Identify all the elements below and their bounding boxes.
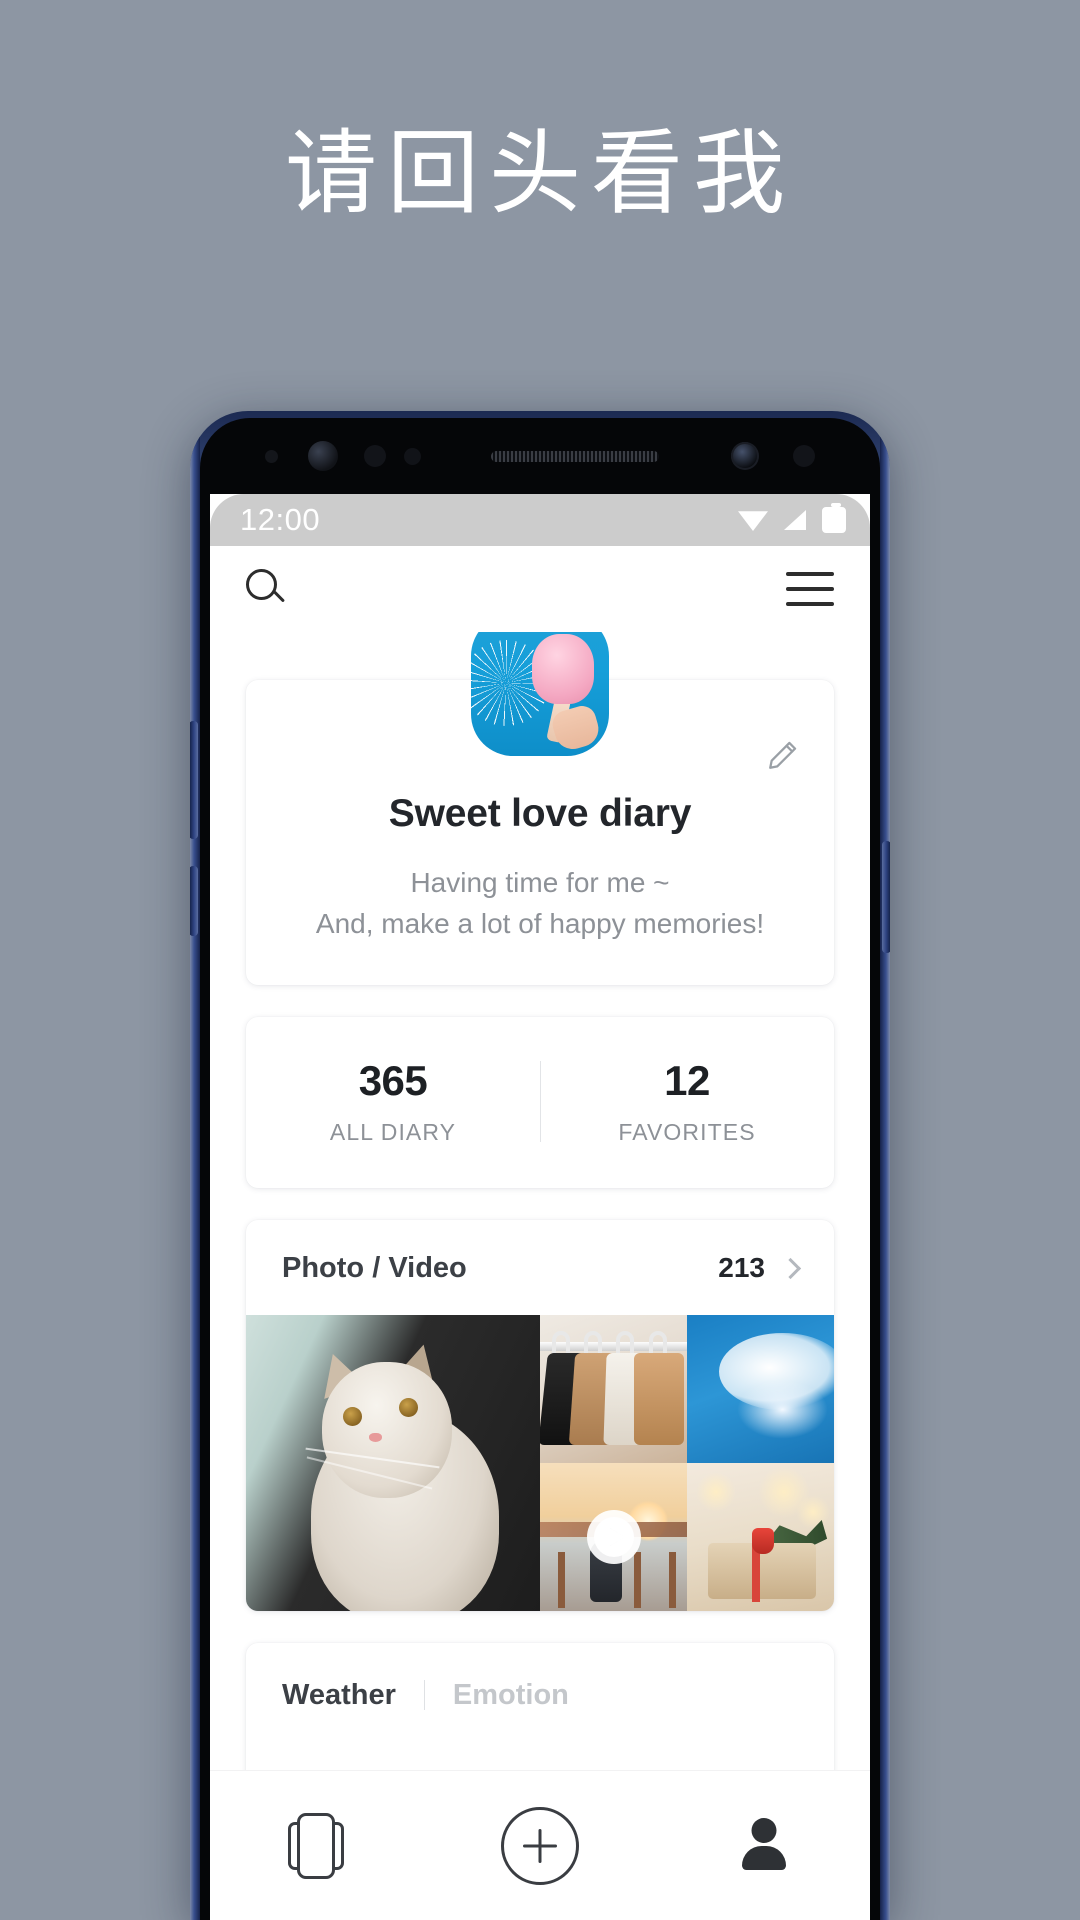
weather-emotion-tabs: Weather Emotion	[282, 1679, 798, 1712]
profile-description: Having time for me ~ And, make a lot of …	[286, 862, 794, 945]
profile-section: Sweet love diary Having time for me ~ An…	[210, 632, 870, 985]
stat-value: 12	[664, 1056, 710, 1104]
page-title: 请回头看我	[284, 120, 795, 227]
plus-circle-icon[interactable]	[500, 1806, 579, 1885]
bottom-navigation-bar	[210, 1770, 870, 1920]
volume-up-button[interactable]	[190, 721, 198, 839]
status-bar: 12:00	[210, 494, 870, 546]
phone-top-bezel	[200, 418, 880, 494]
stat-label: FAVORITES	[618, 1118, 756, 1145]
pencil-edit-icon[interactable]	[766, 738, 800, 772]
photo-video-title: Photo / Video	[282, 1251, 467, 1284]
earpiece-speaker-icon	[491, 450, 659, 462]
stat-label: ALL DIARY	[329, 1118, 457, 1145]
phone-glass: 12:00 Sweet love diary Having time for m…	[200, 418, 880, 1920]
photo-thumb-sunset-video[interactable]	[540, 1462, 687, 1611]
tab-divider	[423, 1680, 425, 1711]
photo-video-count-group: 213	[718, 1252, 802, 1284]
wifi-icon	[738, 511, 768, 531]
photo-thumb-hangers[interactable]	[540, 1314, 687, 1463]
photo-thumb-gift[interactable]	[687, 1462, 834, 1611]
status-time: 12:00	[240, 502, 321, 537]
tab-weather[interactable]: Weather	[282, 1679, 396, 1712]
search-icon[interactable]	[246, 569, 286, 609]
hamburger-menu-icon[interactable]	[786, 572, 834, 606]
stat-all-diary[interactable]: 365 ALL DIARY	[246, 1057, 540, 1146]
play-icon[interactable]	[586, 1509, 641, 1564]
phone-screen: 12:00 Sweet love diary Having time for m…	[210, 494, 870, 1920]
photo-thumb-cat[interactable]	[246, 1314, 540, 1611]
person-icon[interactable]	[736, 1816, 792, 1876]
phone-device-frame: 12:00 Sweet love diary Having time for m…	[190, 411, 890, 1920]
avatar[interactable]	[471, 632, 609, 756]
photo-video-count: 213	[718, 1252, 765, 1284]
profile-description-line-2: And, make a lot of happy memories!	[315, 908, 765, 940]
ir-sensor-icon	[404, 447, 421, 465]
front-camera-icon	[731, 442, 759, 470]
stat-favorites[interactable]: 12 FAVORITES	[540, 1057, 834, 1146]
photo-video-card: Photo / Video 213	[246, 1219, 834, 1611]
volume-down-button[interactable]	[190, 866, 198, 936]
profile-name: Sweet love diary	[388, 792, 692, 835]
profile-description-line-1: Having time for me ~	[410, 867, 670, 898]
stats-card: 365 ALL DIARY 12 FAVORITES	[246, 1016, 834, 1188]
photo-grid	[246, 1314, 834, 1611]
led-indicator-icon	[793, 445, 815, 467]
signal-icon	[784, 510, 806, 530]
photo-thumb-sky[interactable]	[687, 1314, 834, 1463]
battery-icon	[822, 503, 846, 533]
photo-video-header[interactable]: Photo / Video 213	[246, 1220, 834, 1315]
proximity-sensor-icon	[265, 449, 278, 463]
light-sensor-icon	[364, 445, 386, 467]
power-button[interactable]	[882, 841, 890, 953]
iris-scanner-icon	[308, 441, 338, 471]
chevron-right-icon[interactable]	[779, 1257, 802, 1279]
app-bar	[210, 546, 870, 632]
status-icon-group	[738, 503, 846, 533]
cards-swipe-icon[interactable]	[288, 1812, 345, 1879]
stat-value: 365	[358, 1056, 428, 1104]
tab-emotion[interactable]: Emotion	[453, 1679, 569, 1712]
main-content: Sweet love diary Having time for me ~ An…	[210, 632, 870, 1828]
